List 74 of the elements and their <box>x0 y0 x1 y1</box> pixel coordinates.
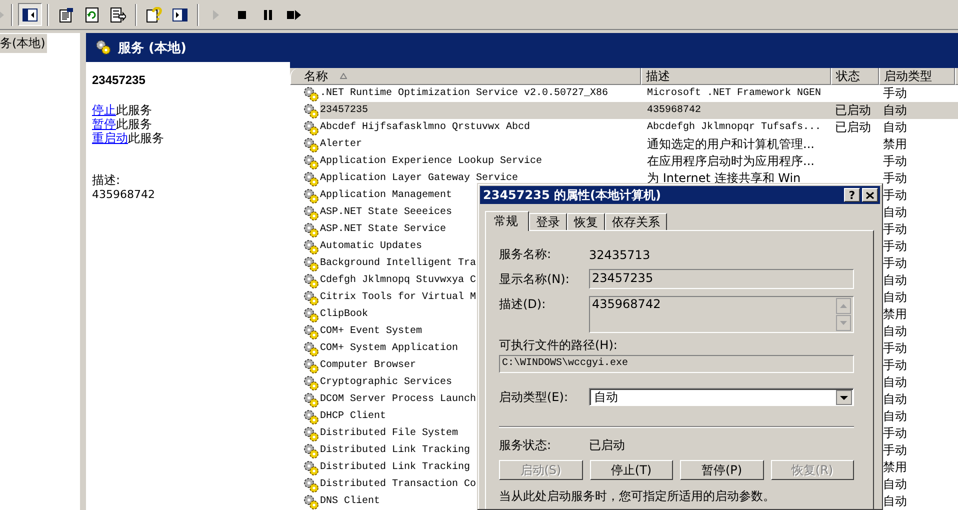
startup-type: 禁用 <box>882 306 907 323</box>
service-name: ClipBook <box>319 308 368 322</box>
hint-text: 当从此处启动服务时，您可指定所适用的启动参数。 <box>499 488 776 505</box>
service-description: Microsoft .NET Framework NGEN <box>646 88 822 99</box>
field-label: 可执行文件的路径(H): <box>499 337 618 354</box>
service-name: Cryptographic Services <box>319 376 452 390</box>
service-name: Distributed File System <box>319 426 458 441</box>
service-name: Automatic Updates <box>319 240 422 254</box>
startup-type: 手动 <box>882 221 907 238</box>
startup-type: 自动 <box>882 408 907 425</box>
startup-type: 手动 <box>882 170 907 187</box>
startup-type: 自动 <box>882 493 907 510</box>
service-description: 在应用程序启动时为应用程序... <box>646 153 814 170</box>
service-name: Cdefgh Jklmnopq Stuvwxya C <box>319 274 476 288</box>
service-name: DHCP Client <box>319 410 386 424</box>
service-name: Alerter <box>319 138 362 152</box>
startup-type: 自动 <box>882 374 907 391</box>
action-text: 停止此服务 <box>92 103 153 117</box>
description-label: 描述: <box>92 173 122 188</box>
startup-type: 自动 <box>882 102 907 119</box>
service-name: COM+ System Application <box>319 342 458 356</box>
service-name: Citrix Tools for Virtual M <box>319 290 476 305</box>
service-name-value: 32435713 <box>589 248 650 262</box>
startup-type: 手动 <box>882 187 907 204</box>
startup-type: 手动 <box>882 255 907 272</box>
service-name: COM+ Event System <box>319 325 422 339</box>
startup-type: 手动 <box>882 153 907 170</box>
startup-type: 手动 <box>882 442 907 459</box>
service-status: 已启动 <box>834 102 871 119</box>
field-label: 服务状态: <box>499 437 552 454</box>
service-name: Abcdef Hijfsafasklmno Qrstuvwx Abcd <box>319 120 530 135</box>
service-name: Distributed Transaction Co <box>319 478 476 492</box>
service-status: 已启动 <box>834 119 871 136</box>
service-name: Distributed Link Tracking <box>319 444 470 458</box>
startup-type: 手动 <box>882 340 907 357</box>
header-title: 服务 (本地) <box>118 40 186 56</box>
service-name: .NET Runtime Optimization Service v2.0.50727_X86 <box>319 86 608 101</box>
service-name: ASP.NET State Seeeices <box>319 206 452 220</box>
service-name: Application Layer Gateway Service <box>319 172 518 186</box>
service-name: Computer Browser <box>319 359 416 373</box>
field-label: 服务名称: <box>499 246 552 263</box>
service-name: DNS Client <box>319 494 380 509</box>
startup-type: 自动 <box>882 289 907 306</box>
service-name: Distributed Link Tracking <box>319 460 470 475</box>
dialog-title: 23457235 的属性(本地计算机) <box>483 186 662 204</box>
service-name: Background Intelligent Tra <box>319 256 476 271</box>
service-description: 435968742 <box>646 105 702 116</box>
action-text: 暂停此服务 <box>92 117 153 131</box>
field-label: 描述(D): <box>499 296 547 313</box>
service-name: Application Management <box>319 188 452 203</box>
description-text: 435968742 <box>92 188 156 202</box>
startup-type: 自动 <box>882 119 907 136</box>
startup-type: 自动 <box>882 391 907 408</box>
field-label: 启动类型(E): <box>499 388 569 406</box>
service-description: 通知选定的用户和计算机管理... <box>646 136 814 153</box>
action-text: 重启动此服务 <box>92 131 165 145</box>
service-title: 23457235 <box>92 73 146 87</box>
service-name: Application Experience Lookup Service <box>319 154 542 169</box>
startup-type: 禁用 <box>882 136 907 153</box>
service-name: DCOM Server Process Launch <box>319 392 476 407</box>
startup-type: 手动 <box>882 85 907 102</box>
startup-type: 禁用 <box>882 459 907 476</box>
field-label: 显示名称(N): <box>499 270 570 288</box>
startup-type: 自动 <box>882 323 907 340</box>
startup-type: 手动 <box>882 425 907 442</box>
service-name: ASP.NET State Service <box>319 222 446 237</box>
service-description: Abcdefgh Jklmnopqr Tufsafs... <box>646 122 822 133</box>
startup-type: 自动 <box>882 476 907 493</box>
startup-type: 自动 <box>882 272 907 289</box>
startup-type: 手动 <box>882 357 907 374</box>
service-status-value: 已启动 <box>589 437 625 454</box>
startup-type: 自动 <box>882 204 907 221</box>
service-name: 23457235 <box>319 104 370 118</box>
startup-type: 手动 <box>882 238 907 255</box>
